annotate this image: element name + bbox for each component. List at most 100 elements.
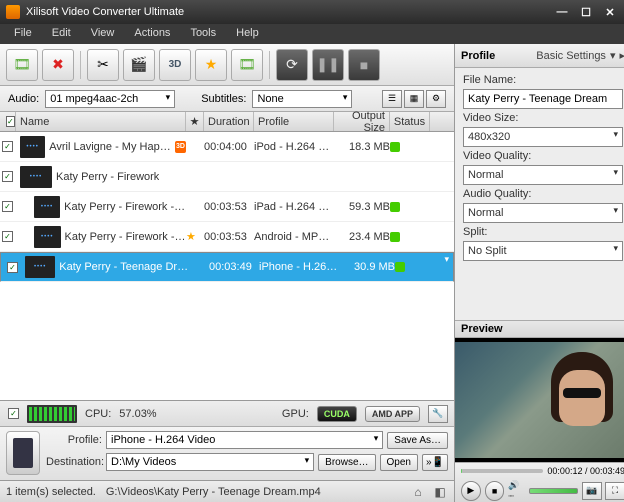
thumbnail-icon: •••• — [25, 256, 55, 278]
subtitles-label: Subtitles: — [201, 93, 246, 105]
stop-button[interactable]: ■ — [348, 49, 380, 81]
audioquality-label: Audio Quality: — [463, 188, 623, 200]
merge-button[interactable]: 🎞 — [231, 49, 263, 81]
table-header: ✓ Name ★ Duration Profile Output Size St… — [0, 112, 454, 132]
menu-edit[interactable]: Edit — [42, 24, 81, 44]
row-output: 23.4 MB — [334, 231, 390, 243]
filename-label: File Name: — [463, 74, 623, 86]
menu-help[interactable]: Help — [226, 24, 269, 44]
checkall-checkbox[interactable]: ✓ — [6, 116, 15, 127]
app-logo — [6, 5, 20, 19]
columns-button[interactable]: ⚙ — [426, 90, 446, 108]
row-checkbox[interactable]: ✓ — [2, 141, 13, 152]
3d-button[interactable]: 3D — [159, 49, 191, 81]
wave-checkbox[interactable]: ✓ — [8, 408, 19, 419]
window-title: Xilisoft Video Converter Ultimate — [26, 6, 184, 18]
transfer-button[interactable]: »📱 — [422, 454, 448, 471]
audio-select[interactable]: 01 mpeg4aac-2ch — [45, 90, 175, 108]
menu-view[interactable]: View — [81, 24, 125, 44]
volume-slider[interactable] — [529, 488, 578, 494]
subtitles-select[interactable]: None — [252, 90, 352, 108]
pause-button[interactable]: ❚❚ — [312, 49, 344, 81]
add-file-button[interactable]: 🎞 — [6, 49, 38, 81]
status-dot — [395, 262, 405, 272]
snapshot-button[interactable]: 📷 — [582, 482, 602, 500]
skin-icon[interactable]: ◧ — [432, 484, 448, 500]
convert-button[interactable]: ⟳ — [276, 49, 308, 81]
panel-title: Profile — [461, 50, 495, 62]
table-row[interactable]: ✓••••Katy Perry - Firework - Andr…★00:03… — [0, 222, 454, 252]
row-output: 18.3 MB — [334, 141, 390, 153]
snapshot-icon[interactable]: ⌂ — [410, 484, 426, 500]
play-button[interactable]: ▶ — [461, 481, 481, 501]
seek-slider[interactable] — [461, 469, 543, 473]
menu-actions[interactable]: Actions — [124, 24, 180, 44]
file-list: ✓••••Avril Lavigne - My Happy Ending3D00… — [0, 132, 454, 400]
clip-button[interactable]: ✂ — [87, 49, 119, 81]
profile-select[interactable]: iPhone - H.264 Video — [106, 431, 383, 449]
row-profile: iPad - H.264 Video — [254, 201, 334, 213]
thumbnail-icon: •••• — [34, 226, 61, 248]
close-button[interactable]: ✕ — [602, 4, 618, 20]
row-name: Katy Perry - Firework — [56, 171, 159, 183]
row-checkbox[interactable]: ✓ — [2, 231, 13, 242]
row-output: 30.9 MB — [339, 261, 395, 273]
row-checkbox[interactable]: ✓ — [2, 171, 13, 182]
minimize-button[interactable]: — — [554, 4, 570, 20]
thumbnail-icon: •••• — [34, 196, 60, 218]
edit-button[interactable]: 🎬 — [123, 49, 155, 81]
col-duration[interactable]: Duration — [204, 112, 254, 131]
menu-file[interactable]: File — [4, 24, 42, 44]
view-thumb-button[interactable]: ▦ — [404, 90, 424, 108]
table-row[interactable]: ✓••••Katy Perry - Firework - iPad …00:03… — [0, 192, 454, 222]
stop-preview-button[interactable]: ■ — [485, 481, 505, 501]
filename-input[interactable] — [463, 89, 623, 109]
volume-icon[interactable]: 🔊┉ — [508, 480, 524, 502]
split-select[interactable]: No Split — [463, 241, 623, 261]
audioquality-select[interactable]: Normal — [463, 203, 623, 223]
thumbnail-icon: •••• — [20, 166, 52, 188]
table-row[interactable]: ✓ •••• Katy Perry - Firework — [0, 162, 454, 192]
status-path: G:\Videos\Katy Perry - Teenage Dream.mp4 — [106, 486, 321, 498]
videoquality-select[interactable]: Normal — [463, 165, 623, 185]
maximize-button[interactable]: ☐ — [578, 4, 594, 20]
basic-settings-link[interactable]: Basic Settings — [536, 50, 606, 62]
col-profile[interactable]: Profile — [254, 112, 334, 131]
col-name[interactable]: Name — [16, 112, 186, 131]
destination-select[interactable]: D:\My Videos — [106, 453, 314, 471]
cpu-wave-icon — [27, 405, 77, 423]
gpu-settings-button[interactable]: 🔧 — [428, 405, 448, 423]
browse-button[interactable]: Browse… — [318, 454, 375, 471]
col-star[interactable]: ★ — [186, 112, 204, 131]
gpu-label: GPU: — [282, 408, 309, 420]
preview-title: Preview — [455, 320, 624, 338]
effects-button[interactable]: ★ — [195, 49, 227, 81]
audio-label: Audio: — [8, 93, 39, 105]
row-checkbox[interactable]: ✓ — [7, 262, 18, 273]
fullscreen-button[interactable]: ⛶ — [605, 482, 624, 500]
table-row[interactable]: ✓••••Avril Lavigne - My Happy Ending3D00… — [0, 132, 454, 162]
thumbnail-icon: •••• — [20, 136, 45, 158]
row-name: Katy Perry - Firework - Andr… — [65, 231, 187, 243]
chevron-down-icon[interactable]: ▾ — [610, 49, 616, 62]
row-checkbox[interactable]: ✓ — [2, 201, 13, 212]
col-status[interactable]: Status — [390, 112, 430, 131]
remove-button[interactable]: ✖ — [42, 49, 74, 81]
videosize-select[interactable]: 480x320 — [463, 127, 623, 147]
star-icon[interactable]: ★ — [186, 231, 196, 243]
col-output[interactable]: Output Size — [334, 112, 390, 131]
cpu-value: 57.03% — [119, 408, 156, 420]
saveas-button[interactable]: Save As… — [387, 432, 448, 449]
time-display: 00:00:12 / 00:03:49 — [547, 466, 624, 476]
expand-icon[interactable]: ▸ — [619, 49, 624, 62]
table-row[interactable]: ✓••••Katy Perry - Teenage Dream00:03:49i… — [0, 252, 454, 282]
3d-badge: 3D — [175, 141, 186, 153]
cuda-button[interactable]: CUDA — [317, 406, 357, 422]
menu-tools[interactable]: Tools — [180, 24, 226, 44]
row-duration: 00:04:00 — [204, 141, 254, 153]
open-button[interactable]: Open — [380, 454, 418, 471]
preview-area[interactable] — [455, 338, 624, 462]
status-dot — [390, 142, 400, 152]
amdapp-button[interactable]: AMD APP — [365, 406, 420, 422]
view-list-button[interactable]: ☰ — [382, 90, 402, 108]
